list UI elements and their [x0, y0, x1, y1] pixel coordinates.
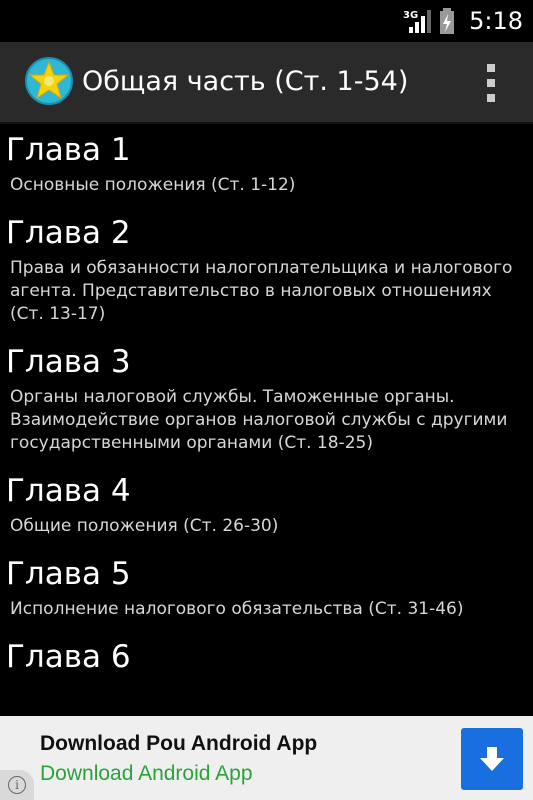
chapter-description: Права и обязанности налогоплательщика и … [10, 258, 513, 324]
ad-title[interactable]: Download Pou Android App [40, 732, 317, 756]
signal-3g-icon: 3G [403, 10, 432, 33]
network-label: 3G [403, 10, 418, 21]
overflow-menu-dot [487, 79, 495, 87]
overflow-menu-icon [487, 64, 495, 72]
ad-banner[interactable]: Download Pou Android App Download Androi… [0, 716, 533, 800]
page-title: Общая часть (Ст. 1-54) [82, 66, 409, 97]
chapter-description: Общие положения (Ст. 26-30) [10, 516, 279, 536]
chapter-title: Глава 4 [6, 473, 131, 509]
status-icons: 3G 5:18 [403, 0, 523, 42]
chapter-description: Исполнение налогового обязательства (Ст.… [10, 599, 464, 619]
chapter-title: Глава 6 [6, 639, 131, 675]
chapter-title: Глава 5 [6, 556, 131, 592]
list-item-chapter-5[interactable]: Глава 5 Исполнение налогового обязательс… [0, 550, 533, 633]
list-item-chapter-6[interactable]: Глава 6 [0, 633, 533, 675]
status-time: 5:18 [469, 7, 523, 35]
list-item-chapter-3[interactable]: Глава 3 Органы налоговой службы. Таможен… [0, 338, 533, 467]
action-bar: Общая часть (Ст. 1-54) [0, 42, 533, 124]
ad-info-button[interactable]: i [0, 770, 34, 800]
download-arrow-icon [480, 747, 504, 771]
chapter-title: Глава 1 [6, 132, 131, 168]
chapter-list: Глава 1 Основные положения (Ст. 1-12) Гл… [0, 126, 533, 716]
chapter-title: Глава 3 [6, 344, 131, 380]
chapter-description: Органы налоговой службы. Таможенные орга… [10, 387, 508, 453]
status-bar: 3G 5:18 [0, 0, 533, 42]
overflow-menu-dot [487, 94, 495, 102]
chapter-description: Основные положения (Ст. 1-12) [10, 175, 296, 195]
battery-charging-icon [440, 8, 455, 34]
info-icon: i [8, 776, 26, 794]
ad-download-button[interactable] [461, 728, 523, 790]
ad-subtitle[interactable]: Download Android App [40, 762, 253, 786]
list-item-chapter-2[interactable]: Глава 2 Права и обязанности налогоплател… [0, 209, 533, 338]
chapter-title: Глава 2 [6, 215, 131, 251]
list-item-chapter-4[interactable]: Глава 4 Общие положения (Ст. 26-30) [0, 467, 533, 550]
star-emblem-icon[interactable] [24, 56, 74, 106]
list-item-chapter-1[interactable]: Глава 1 Основные положения (Ст. 1-12) [0, 126, 533, 209]
overflow-menu-button[interactable] [479, 62, 503, 104]
